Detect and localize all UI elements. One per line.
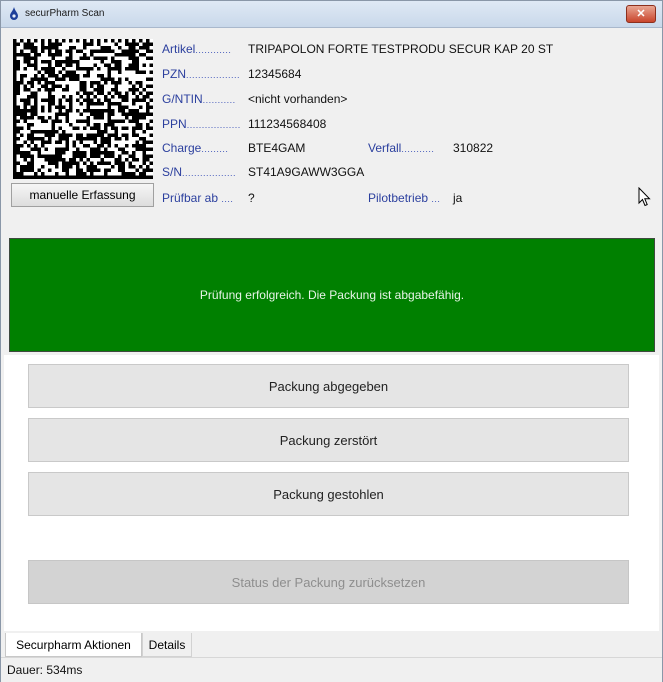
manual-entry-label: manuelle Erfassung	[29, 188, 136, 202]
status-bar: Dauer: 534ms	[1, 657, 662, 682]
gtin-value: <nicht vorhanden>	[248, 92, 348, 106]
app-window: securPharm Scan ✕ manuelle Erfassung Art…	[0, 0, 663, 682]
package-stolen-button[interactable]: Packung gestohlen	[28, 472, 629, 516]
tab-details-label: Details	[148, 637, 186, 652]
datamatrix-code	[13, 39, 153, 179]
sn-label: S/N..................	[162, 165, 237, 179]
package-stolen-label: Packung gestohlen	[273, 486, 384, 502]
gtin-label: G/NTIN...........	[162, 92, 236, 106]
ppn-value: 111234568408	[248, 117, 327, 131]
tab-details[interactable]: Details	[142, 633, 192, 657]
pruefbar-value: ?	[248, 191, 255, 205]
reset-status-label: Status der Packung zurücksetzen	[231, 574, 426, 590]
duration-text: Dauer: 534ms	[7, 663, 83, 677]
actions-panel: Packung abgegeben Packung zerstört Packu…	[4, 355, 659, 631]
charge-value: BTE4GAM	[248, 141, 306, 155]
title-bar[interactable]: securPharm Scan ✕	[1, 1, 662, 28]
window-title: securPharm Scan	[25, 8, 105, 19]
charge-label: Charge.........	[162, 141, 229, 155]
close-button[interactable]: ✕	[626, 5, 656, 23]
pruefbar-label: Prüfbar ab ....	[162, 191, 234, 205]
manual-entry-button[interactable]: manuelle Erfassung	[11, 183, 154, 207]
tab-securpharm-actions[interactable]: Securpharm Aktionen	[5, 633, 142, 657]
pilot-value: ja	[453, 191, 463, 205]
app-icon	[10, 7, 18, 20]
ppn-label: PPN..................	[162, 117, 241, 131]
artikel-label: Artikel............	[162, 42, 232, 56]
verfall-value: 310822	[453, 141, 494, 155]
verfall-label: Verfall...........	[368, 141, 435, 155]
pzn-label: PZN..................	[162, 67, 241, 81]
close-icon: ✕	[636, 8, 646, 20]
pzn-value: 12345684	[248, 67, 302, 81]
verification-status-panel: Prüfung erfolgreich. Die Packung ist abg…	[9, 238, 655, 352]
mouse-cursor-icon	[638, 187, 651, 207]
package-dispensed-button[interactable]: Packung abgegeben	[28, 364, 629, 408]
package-destroyed-label: Packung zerstört	[279, 432, 378, 448]
verification-status-text: Prüfung erfolgreich. Die Packung ist abg…	[199, 288, 465, 302]
reset-status-button[interactable]: Status der Packung zurücksetzen	[28, 560, 629, 604]
package-destroyed-button[interactable]: Packung zerstört	[28, 418, 629, 462]
artikel-value: TRIPAPOLON FORTE TESTPRODU SECUR KAP 20 …	[248, 42, 554, 56]
pilot-label: Pilotbetrieb ...	[368, 191, 441, 205]
sn-value: ST41A9GAWW3GGA	[248, 165, 365, 179]
tab-securpharm-actions-label: Securpharm Aktionen	[16, 637, 131, 652]
package-dispensed-label: Packung abgegeben	[268, 378, 389, 394]
